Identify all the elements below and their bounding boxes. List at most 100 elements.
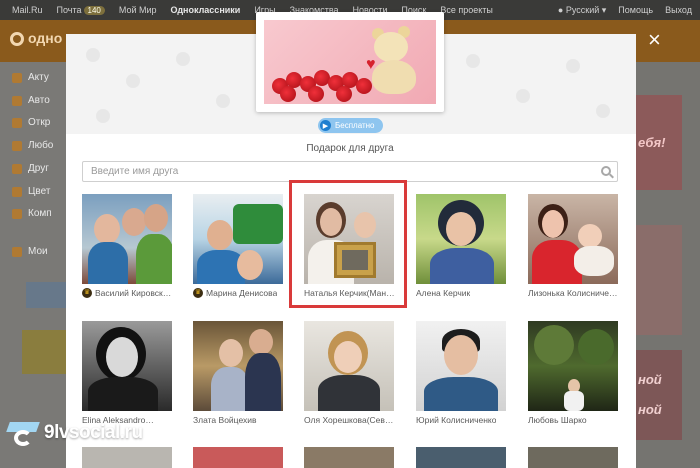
language-selector[interactable]: ● Русский ▾ — [558, 5, 606, 16]
friend-photo — [82, 321, 172, 411]
foliage-shape — [578, 329, 614, 365]
friend-photo — [416, 321, 506, 411]
face-shape — [249, 329, 273, 355]
gift-promo-tile[interactable] — [26, 282, 66, 308]
topbar-link-mailru[interactable]: Mail.Ru — [12, 5, 43, 15]
sidebar-item-label: Авто — [28, 95, 50, 106]
clothing-shape — [318, 375, 380, 411]
friend-name: Алена Керчик — [416, 288, 508, 298]
friend-card[interactable]: Юрий Колисниченко — [416, 321, 508, 439]
sidebar-item-label: Комп — [28, 208, 52, 219]
foliage-shape — [534, 325, 574, 365]
face-shape — [207, 220, 233, 250]
friend-name: Лизонька Колисниче… — [528, 288, 620, 298]
promo-tile[interactable] — [22, 330, 66, 374]
heart-icon: ♥ — [366, 56, 376, 73]
sidebar-item-label: Мои — [28, 246, 48, 257]
face-shape — [106, 337, 138, 377]
friend-name: Оля Хорешкова(Сев… — [304, 415, 396, 425]
friend-name: ♛ Марина Денисова — [193, 288, 285, 298]
topbar-link-all-projects[interactable]: Все проекты — [440, 5, 493, 15]
paw-pattern-icon — [96, 109, 110, 123]
sidebar-item-label: Друг — [28, 163, 49, 174]
friend-photo-partial[interactable] — [416, 447, 506, 468]
bear-body-shape — [372, 60, 416, 94]
help-link[interactable]: Помощь — [618, 5, 653, 15]
right-promo-banner-3[interactable]: ной ной — [632, 350, 682, 440]
sidebar-item-0[interactable]: Акту — [12, 72, 49, 83]
paw-pattern-icon — [566, 59, 580, 73]
topbar-link-mymir[interactable]: Мой Мир — [119, 5, 157, 15]
friend-card[interactable]: ♛ Василий Кировск… — [82, 194, 174, 312]
sidebar-item-6[interactable]: Комп — [12, 208, 52, 219]
face-shape — [94, 214, 120, 244]
friend-name: Юрий Колисниченко — [416, 415, 508, 425]
paw-pattern-icon — [466, 54, 480, 68]
video-camera-icon: ▶ — [320, 120, 331, 131]
topbar-link-odnoklassniki[interactable]: Одноклассники — [171, 5, 241, 15]
paw-pattern-icon — [216, 94, 230, 108]
friend-photo-partial[interactable] — [528, 447, 618, 468]
right-promo-banner-2[interactable] — [632, 225, 682, 335]
mail-count-badge: 140 — [83, 6, 105, 15]
sidebar-icon — [12, 163, 22, 174]
site-logo[interactable]: одно — [10, 30, 63, 47]
clothing-shape — [430, 248, 494, 284]
sidebar-item-1[interactable]: Авто — [12, 95, 50, 106]
friend-card[interactable]: Алена Керчик — [416, 194, 508, 312]
topbar-link-mail[interactable]: Почта 140 — [57, 5, 105, 15]
rose-shape — [280, 86, 296, 102]
friend-name-text: Алена Керчик — [416, 288, 471, 298]
free-label: Бесплатно — [335, 121, 375, 130]
poster-shape — [233, 204, 283, 244]
face-shape — [334, 341, 362, 373]
sidebar-item-5[interactable]: Цвет — [12, 186, 50, 197]
friend-search-box[interactable] — [82, 161, 618, 182]
clothing-shape — [564, 391, 584, 411]
friend-photo-partial[interactable] — [193, 447, 283, 468]
friend-card[interactable]: Злата Войцехив — [193, 321, 285, 439]
graduation-cap-logo-icon — [6, 418, 40, 448]
friend-photo — [193, 194, 283, 284]
friend-name-text: Лизонька Колисниче… — [528, 288, 618, 298]
logo-text: одно — [28, 30, 63, 46]
vip-crown-icon: ♛ — [193, 288, 203, 298]
paw-pattern-icon — [126, 74, 140, 88]
topbar-link-mail-label: Почта — [56, 5, 82, 15]
sidebar-icon — [12, 117, 22, 128]
face-shape — [446, 212, 476, 246]
search-icon[interactable] — [601, 166, 611, 176]
gift-preview-card[interactable]: ♥ — [256, 12, 444, 112]
friend-card[interactable]: Любовь Шарко — [528, 321, 620, 439]
promo-text-3: ной — [638, 402, 662, 417]
friend-photo — [416, 194, 506, 284]
c-letter-shape — [14, 430, 32, 446]
friend-search-input[interactable] — [91, 166, 591, 177]
vip-crown-icon: ♛ — [82, 288, 92, 298]
friend-name: Любовь Шарко — [528, 415, 620, 425]
sidebar-item-label: Акту — [28, 72, 49, 83]
sidebar-icon — [12, 246, 22, 257]
watermark: 9lvsocial.ru — [6, 412, 143, 454]
selected-friend-highlight — [289, 180, 407, 308]
friend-photo — [304, 321, 394, 411]
modal-close-button[interactable]: × — [648, 29, 661, 51]
friend-card[interactable]: Оля Хорешкова(Сев… — [304, 321, 396, 439]
rose-shape — [356, 78, 372, 94]
friend-card[interactable]: ♛ Марина Денисова — [193, 194, 285, 312]
friend-name-text: Любовь Шарко — [528, 415, 587, 425]
logout-link[interactable]: Выход — [665, 5, 692, 15]
sidebar-item-2[interactable]: Откр — [12, 117, 50, 128]
friend-card[interactable]: Лизонька Колисниче… — [528, 194, 620, 312]
gift-image-roses-teddy-bear: ♥ — [264, 20, 436, 104]
sidebar-item-7[interactable]: Мои — [12, 246, 48, 257]
paw-pattern-icon — [516, 89, 530, 103]
friend-photo — [528, 321, 618, 411]
language-label: Русский — [565, 4, 600, 15]
free-badge: ▶ Бесплатно — [318, 118, 383, 133]
face-shape — [219, 339, 243, 367]
friend-photo-partial[interactable] — [304, 447, 394, 468]
sidebar-item-4[interactable]: Друг — [12, 163, 49, 174]
watermark-text: 9lvsocial.ru — [44, 422, 143, 443]
friend-photo — [82, 194, 172, 284]
